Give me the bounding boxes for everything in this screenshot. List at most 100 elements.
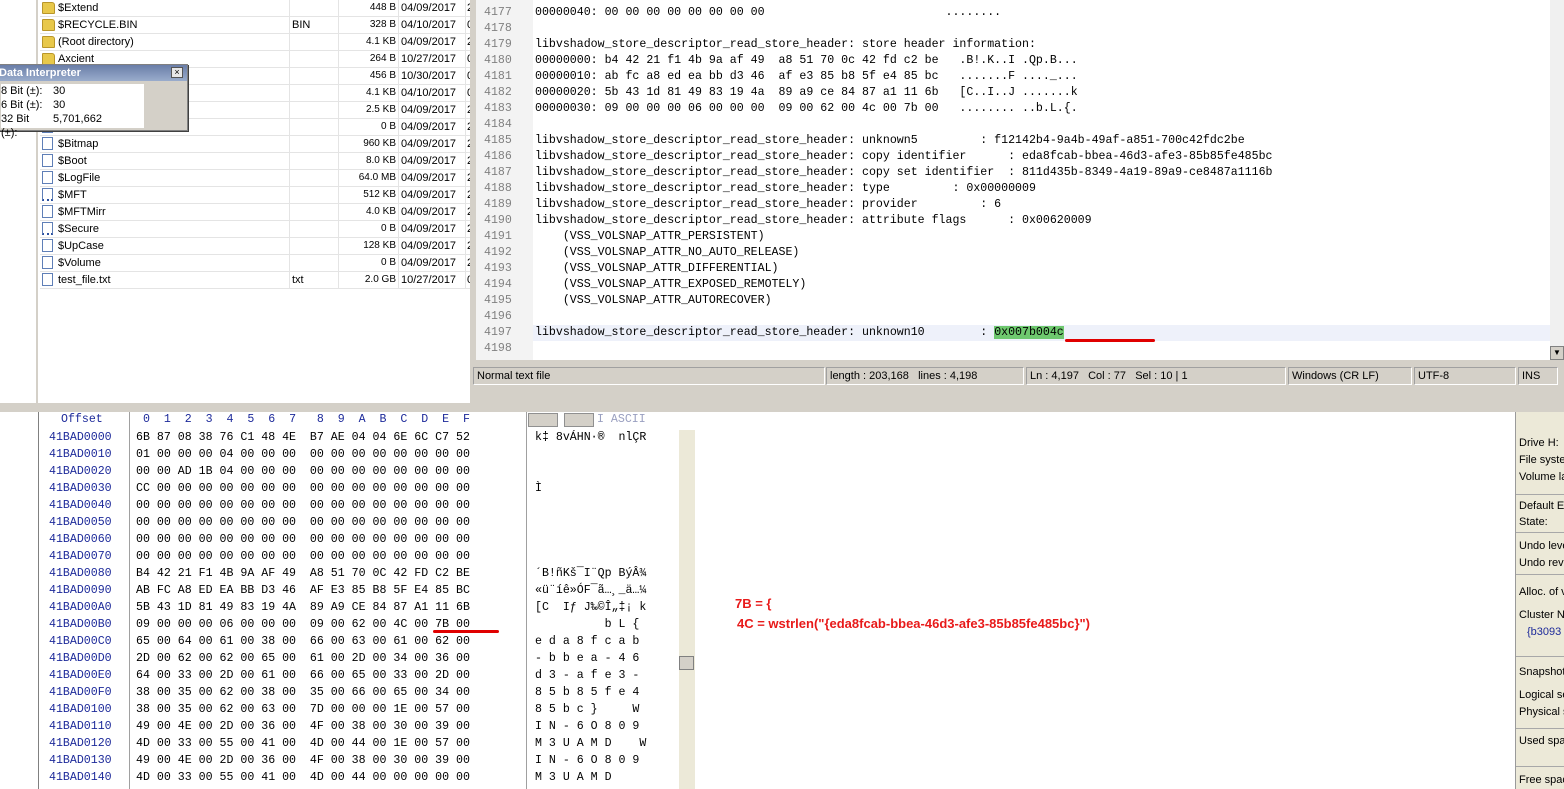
close-icon[interactable]: × (171, 67, 183, 78)
hex-bytes[interactable]: AB FC A8 ED EA BB D3 46 AF E3 85 B8 5F E… (136, 582, 470, 599)
file-row[interactable]: $Extend448 B04/09/20172 (40, 0, 470, 17)
hex-row[interactable]: 41BAD0110 49 00 4E 00 2D 00 36 00 4F 00 3… (39, 718, 679, 735)
data-interpreter-window[interactable]: Data Interpreter × 8 Bit (±): 30 6 Bit (… (0, 64, 188, 139)
interpreter-value[interactable]: 30 (53, 98, 65, 112)
hex-bytes[interactable]: 2D 00 62 00 62 00 65 00 61 00 2D 00 34 0… (136, 650, 470, 667)
line-number: 4195 (484, 294, 512, 307)
status-encoding[interactable]: UTF-8 (1414, 367, 1516, 385)
hex-row[interactable]: 41BAD0000 6B 87 08 38 76 C1 48 4E B7 AE 0… (39, 429, 679, 446)
hex-row[interactable]: 41BAD00C0 65 00 64 00 61 00 38 00 66 00 6… (39, 633, 679, 650)
hex-bytes[interactable]: 4D 00 33 00 55 00 41 00 4D 00 44 00 1E 0… (136, 735, 470, 752)
hex-bytes[interactable]: 6B 87 08 38 76 C1 48 4E B7 AE 04 04 6E 6… (136, 429, 470, 446)
hex-bytes[interactable]: 38 00 35 00 62 00 38 00 35 00 66 00 65 0… (136, 684, 470, 701)
hex-bytes[interactable]: 09 00 00 00 06 00 00 00 09 00 62 00 4C 0… (136, 616, 470, 633)
selected-value[interactable]: 0x007b004c (994, 326, 1064, 339)
hex-bytes[interactable]: 00 00 00 00 00 00 00 00 00 00 00 00 00 0… (136, 548, 470, 565)
status-ln: Ln : 4,197 (1030, 370, 1079, 382)
hex-row[interactable]: 41BAD0060 00 00 00 00 00 00 00 00 00 00 0… (39, 531, 679, 548)
hex-offset: 41BAD0120 (49, 737, 112, 750)
info-item: Default E (1519, 500, 1564, 512)
horizontal-splitter[interactable] (0, 403, 1564, 412)
info-item: Cluster N (1519, 609, 1564, 621)
hex-ascii[interactable]: ´B!ñKš¯I¨Qp BýÂ¾ (535, 565, 646, 582)
hex-bytes[interactable]: 5B 43 1D 81 49 83 19 4A 89 A9 CE 84 87 A… (136, 599, 470, 616)
hex-bytes[interactable]: 38 00 35 00 62 00 63 00 7D 00 00 00 1E 0… (136, 701, 470, 718)
hex-bytes[interactable]: 64 00 33 00 2D 00 61 00 66 00 65 00 33 0… (136, 667, 470, 684)
editor-line: (VSS_VOLSNAP_ATTR_NO_AUTO_RELEASE) (535, 246, 800, 259)
file-row[interactable]: $MFT512 KB04/09/20172 (40, 187, 470, 204)
volume-info-panel: Drive H: File syste Volume la Default E Stat… (1515, 412, 1564, 789)
hex-row[interactable]: 41BAD0050 00 00 00 00 00 00 00 00 00 00 0… (39, 514, 679, 531)
hex-row[interactable]: 41BAD0080 B4 42 21 F1 4B 9A AF 49 A8 51 7… (39, 565, 679, 582)
view-toggle-icon[interactable] (564, 413, 594, 427)
hex-bytes[interactable]: CC 00 00 00 00 00 00 00 00 00 00 00 00 0… (136, 480, 470, 497)
hex-ascii[interactable]: «ü¨íê»ÓF¯ã…¸_ä…¼ (535, 582, 646, 599)
file-row[interactable]: $UpCase128 KB04/09/20172 (40, 238, 470, 255)
hex-bytes[interactable]: 00 00 00 00 00 00 00 00 00 00 00 00 00 0… (136, 531, 470, 548)
hex-ascii[interactable]: M 3 U A M D W (535, 735, 646, 752)
hex-ascii[interactable]: k‡ 8vÁHN·® nlÇR (535, 429, 646, 446)
status-insert-mode[interactable]: INS (1518, 367, 1558, 385)
hex-row[interactable]: 41BAD0030 CC 00 00 00 00 00 00 00 00 00 0… (39, 480, 679, 497)
hex-ascii[interactable]: b L { (535, 616, 640, 633)
file-row[interactable]: $MFTMirr4.0 KB04/09/20172 (40, 204, 470, 221)
editor-text-area[interactable]: 00000040: 00 00 00 00 00 00 00 00 ......… (533, 0, 1550, 360)
hex-ascii[interactable]: d 3 - a f e 3 - (535, 667, 639, 684)
hex-ascii[interactable]: 8 5 b c } W (535, 701, 639, 718)
file-row[interactable]: $Boot8.0 KB04/09/20172 (40, 153, 470, 170)
hex-offset: 41BAD0140 (49, 771, 112, 784)
hex-bytes[interactable]: B4 42 21 F1 4B 9A AF 49 A8 51 70 0C 42 F… (136, 565, 470, 582)
hex-ascii[interactable]: - b b e a - 4 6 (535, 650, 639, 667)
hex-bytes[interactable]: 00 00 00 00 00 00 00 00 00 00 00 00 00 0… (136, 497, 470, 514)
file-row[interactable]: $Bitmap960 KB04/09/20172 (40, 136, 470, 153)
hex-row[interactable]: 41BAD0140 4D 00 33 00 55 00 41 00 4D 00 4… (39, 769, 679, 786)
hex-row[interactable]: 41BAD0090 AB FC A8 ED EA BB D3 46 AF E3 8… (39, 582, 679, 599)
file-row[interactable]: test_file.txttxt2.0 GB10/27/20170 (40, 272, 470, 289)
hex-bytes[interactable]: 00 00 00 00 00 00 00 00 00 00 00 00 00 0… (136, 514, 470, 531)
file-row[interactable]: (Root directory)4.1 KB04/09/20172 (40, 34, 470, 51)
hex-ascii[interactable]: Ì (535, 480, 542, 497)
file-row[interactable]: $RECYCLE.BINBIN328 B04/10/20170 (40, 17, 470, 34)
hex-row[interactable]: 41BAD0040 00 00 00 00 00 00 00 00 00 00 0… (39, 497, 679, 514)
hex-row[interactable]: 41BAD0120 4D 00 33 00 55 00 41 00 4D 00 4… (39, 735, 679, 752)
hex-bytes[interactable]: 00 00 AD 1B 04 00 00 00 00 00 00 00 00 0… (136, 463, 470, 480)
hex-row[interactable]: 41BAD0100 38 00 35 00 62 00 63 00 7D 00 0… (39, 701, 679, 718)
editor-vertical-scrollbar[interactable]: ▼ (1550, 0, 1564, 360)
hex-row[interactable]: 41BAD00E0 64 00 33 00 2D 00 61 00 66 00 6… (39, 667, 679, 684)
file-row[interactable]: $Secure0 B04/09/20172 (40, 221, 470, 238)
file-row[interactable]: $Volume0 B04/09/20172 (40, 255, 470, 272)
hex-row[interactable]: 41BAD00B0 09 00 00 00 06 00 00 00 09 00 6… (39, 616, 679, 633)
hex-vertical-scrollbar[interactable] (679, 430, 695, 789)
status-eol[interactable]: Windows (CR LF) (1288, 367, 1412, 385)
hex-row[interactable]: 41BAD00D0 2D 00 62 00 62 00 65 00 61 00 2… (39, 650, 679, 667)
hex-scroll-thumb[interactable] (679, 656, 694, 670)
interpreter-value[interactable]: 30 (53, 84, 65, 98)
hex-row[interactable]: 41BAD00A0 5B 43 1D 81 49 83 19 4A 89 A9 C… (39, 599, 679, 616)
chevron-down-icon[interactable] (528, 413, 558, 427)
hex-bytes[interactable]: 4D 00 33 00 55 00 41 00 4D 00 44 00 00 0… (136, 769, 470, 786)
hex-ascii[interactable]: ­ (535, 463, 550, 480)
hex-ascii[interactable]: M 3 U A M D (535, 769, 612, 786)
hex-ascii[interactable]: 8 5 b 8 5 f e 4 (535, 684, 639, 701)
hex-row[interactable]: 41BAD0020 00 00 AD 1B 04 00 00 00 00 00 0… (39, 463, 679, 480)
data-interpreter-title[interactable]: Data Interpreter (0, 65, 187, 81)
scroll-down-icon[interactable]: ▼ (1550, 346, 1564, 360)
hex-ascii[interactable]: e d a 8 f c a b (535, 633, 639, 650)
interpreter-row-8bit: 8 Bit (±): 30 (1, 84, 144, 98)
hex-ascii[interactable]: I N - 6 O 8 0 9 (535, 752, 639, 769)
hex-row[interactable]: 41BAD0010 01 00 00 00 04 00 00 00 00 00 0… (39, 446, 679, 463)
hex-ascii[interactable]: [C Iƒ J‰©Î„‡¡ k (535, 599, 646, 616)
hex-bytes[interactable]: 49 00 4E 00 2D 00 36 00 4F 00 38 00 30 0… (136, 718, 470, 735)
hex-row[interactable]: 41BAD0070 00 00 00 00 00 00 00 00 00 00 0… (39, 548, 679, 565)
file-icon (42, 171, 53, 184)
hex-ascii[interactable]: I N - 6 O 8 0 9 (535, 718, 639, 735)
hex-bytes[interactable]: 49 00 4E 00 2D 00 36 00 4F 00 38 00 30 0… (136, 752, 470, 769)
hex-editor-panel[interactable]: Offset 0 1 2 3 4 5 6 7 8 9 A B C D E F I… (38, 412, 695, 789)
file-row[interactable]: $LogFile64.0 MB04/09/20172 (40, 170, 470, 187)
info-item: File syste (1519, 454, 1564, 466)
hex-bytes[interactable]: 65 00 64 00 61 00 38 00 66 00 63 00 61 0… (136, 633, 470, 650)
hex-row[interactable]: 41BAD0130 49 00 4E 00 2D 00 36 00 4F 00 3… (39, 752, 679, 769)
hex-bytes[interactable]: 01 00 00 00 04 00 00 00 00 00 00 00 00 0… (136, 446, 470, 463)
hex-row[interactable]: 41BAD00F0 38 00 35 00 62 00 38 00 35 00 6… (39, 684, 679, 701)
interpreter-value[interactable]: 5,701,662 (53, 112, 102, 126)
